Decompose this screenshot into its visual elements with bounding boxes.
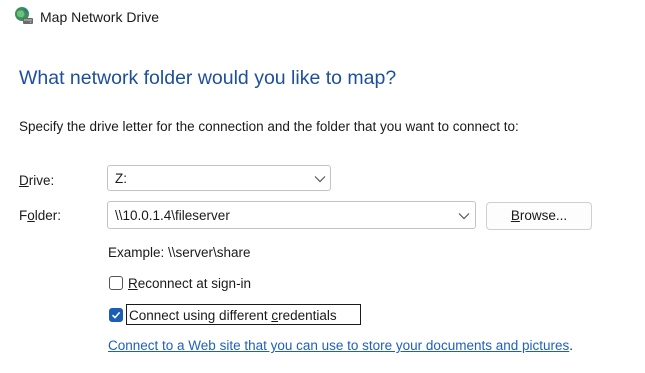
example-text: Example: \\server\share xyxy=(108,245,251,260)
folder-label: Folder: xyxy=(19,208,62,223)
checkmark-icon xyxy=(111,311,121,319)
network-drive-icon xyxy=(15,7,33,24)
instruction-text: Specify the drive letter for the connect… xyxy=(19,119,519,134)
credentials-checkbox[interactable] xyxy=(109,308,123,322)
chevron-down-icon xyxy=(314,176,326,183)
credentials-label[interactable]: Connect using different credentials xyxy=(129,308,337,323)
web-site-link[interactable]: Connect to a Web site that you can use t… xyxy=(108,338,569,353)
window-title: Map Network Drive xyxy=(40,9,160,25)
folder-input-value[interactable]: \\10.0.1.4\fileserver xyxy=(115,208,230,223)
browse-button[interactable]: Browse... xyxy=(486,202,592,230)
folder-combo[interactable]: \\10.0.1.4\fileserver xyxy=(107,201,476,229)
link-trailing-period: . xyxy=(569,338,574,353)
chevron-down-icon[interactable] xyxy=(458,212,470,220)
web-site-link-row: Connect to a Web site that you can use t… xyxy=(108,338,573,353)
reconnect-checkbox[interactable] xyxy=(109,276,123,290)
page-title: What network folder would you like to ma… xyxy=(19,67,397,89)
drive-select[interactable]: Z: xyxy=(107,165,331,191)
drive-label: Drive: xyxy=(19,173,55,188)
drive-select-value: Z: xyxy=(115,171,127,186)
reconnect-label[interactable]: Reconnect at sign-in xyxy=(128,276,251,291)
